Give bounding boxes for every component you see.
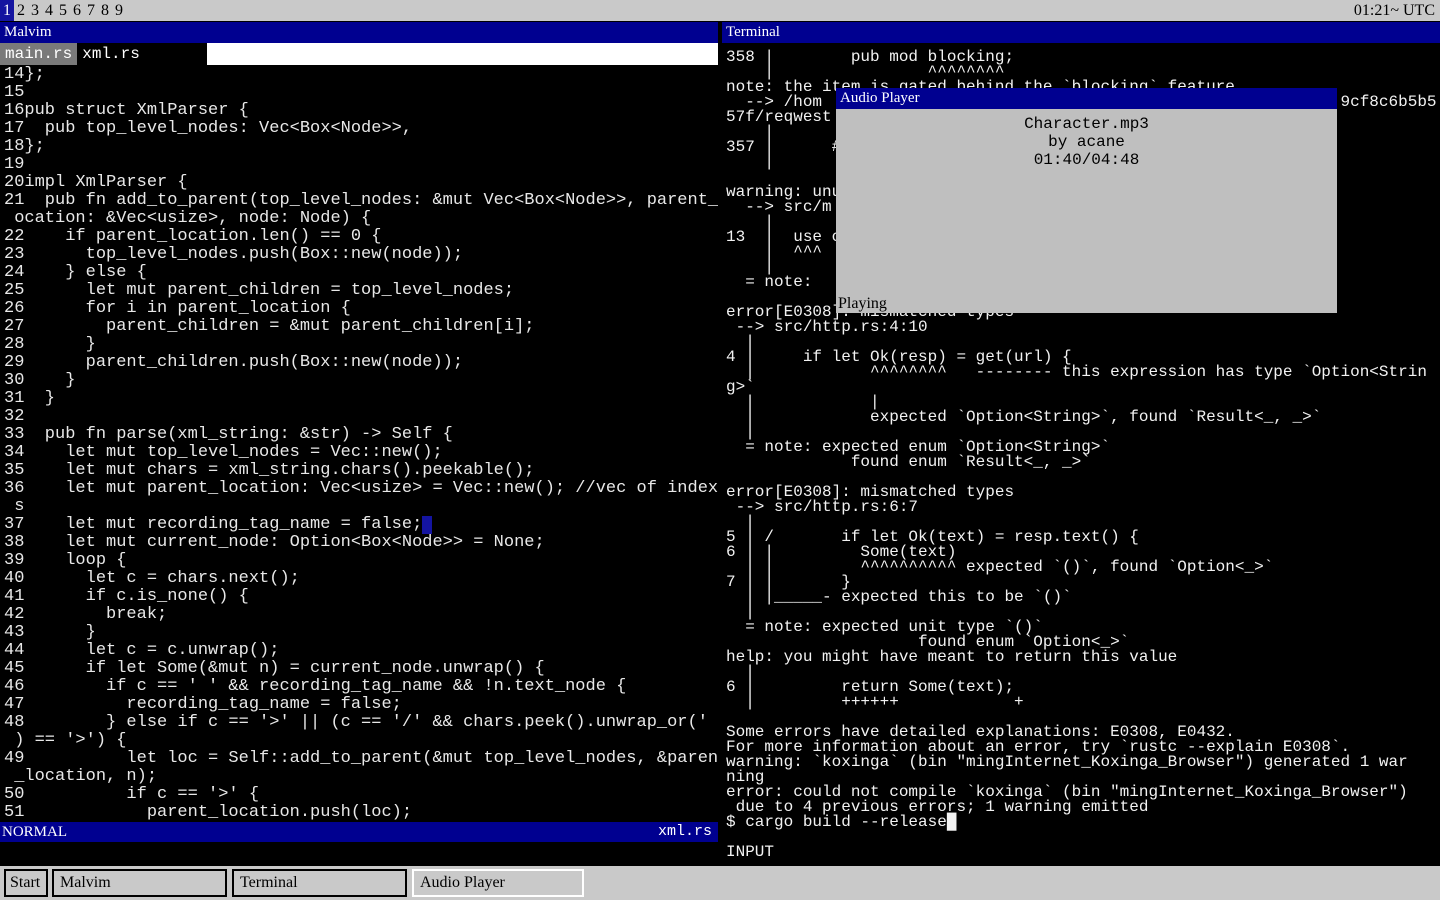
track-artist: by acane bbox=[836, 133, 1337, 151]
tab-main-rs[interactable]: main.rs bbox=[0, 43, 77, 65]
workspace-2[interactable]: 2 bbox=[14, 0, 28, 21]
track-time: 01:40/04:48 bbox=[836, 151, 1337, 169]
playback-status: Playing bbox=[838, 295, 887, 313]
editor-statusbar: NORMAL xml.rs bbox=[0, 822, 718, 842]
terminal-titlebar[interactable]: Terminal bbox=[722, 22, 1440, 43]
workspace-1[interactable]: 1 bbox=[0, 0, 14, 21]
track-name: Character.mp3 bbox=[836, 115, 1337, 133]
workspace-bar: 123456789 01:21~ UTC bbox=[0, 0, 1440, 21]
taskbar-button-malvim[interactable]: Malvim bbox=[52, 869, 227, 897]
audio-player-window: Audio Player Character.mp3 by acane 01:4… bbox=[836, 88, 1337, 312]
audio-player-titlebar[interactable]: Audio Player bbox=[836, 88, 1337, 109]
editor-tabstrip: main.rsxml.rs bbox=[0, 43, 207, 65]
taskbar: Start Malvim Terminal Audio Player bbox=[0, 866, 1440, 900]
workspace-4[interactable]: 4 bbox=[42, 0, 56, 21]
workspace-8[interactable]: 8 bbox=[98, 0, 112, 21]
malvim-titlebar[interactable]: Malvim bbox=[0, 22, 718, 43]
vim-mode-indicator: NORMAL bbox=[2, 822, 67, 842]
start-button[interactable]: Start bbox=[4, 869, 48, 897]
tab-xml-rs[interactable]: xml.rs bbox=[77, 43, 145, 65]
clock: 01:21~ UTC bbox=[1354, 0, 1435, 21]
statusbar-filename: xml.rs bbox=[658, 822, 712, 842]
editor-cursor bbox=[422, 516, 432, 534]
workspace-3[interactable]: 3 bbox=[28, 0, 42, 21]
editor-text-area[interactable]: 14}; 15 16pub struct XmlParser { 17 pub … bbox=[0, 65, 718, 822]
malvim-window: Malvim main.rsxml.rs 14}; 15 16pub struc… bbox=[0, 22, 718, 866]
audio-player-body: Character.mp3 by acane 01:40/04:48 Playi… bbox=[836, 109, 1337, 313]
workspace-7[interactable]: 7 bbox=[84, 0, 98, 21]
workspace-6[interactable]: 6 bbox=[70, 0, 84, 21]
taskbar-button-terminal[interactable]: Terminal bbox=[232, 869, 407, 897]
editor-buffer-text: 14}; 15 16pub struct XmlParser { 17 pub … bbox=[0, 65, 718, 822]
taskbar-button-audio-player[interactable]: Audio Player bbox=[412, 869, 584, 897]
workspace-9[interactable]: 9 bbox=[112, 0, 126, 21]
workspace-5[interactable]: 5 bbox=[56, 0, 70, 21]
editor-tabbar: main.rsxml.rs bbox=[0, 43, 718, 65]
